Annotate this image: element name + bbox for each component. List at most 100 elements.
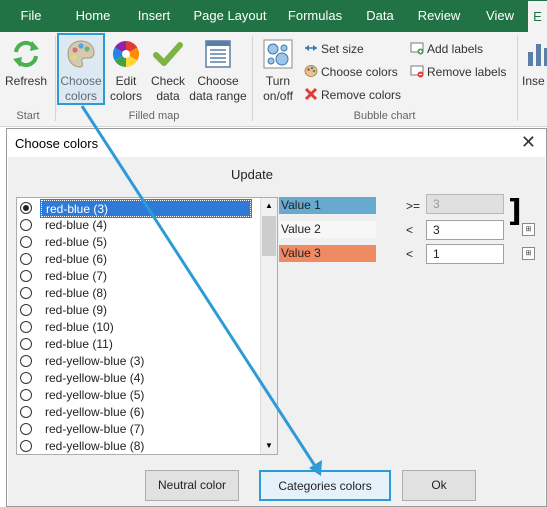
turn-on-off-label: Turn on/off [263, 74, 293, 103]
tab-file[interactable]: File [12, 0, 50, 32]
radio-button[interactable] [20, 372, 32, 384]
value-1-operator: >= [406, 199, 421, 213]
palette-option[interactable]: red-yellow-blue (3) [17, 353, 261, 370]
dialog-body: Update red-blue (3) red-blue (4) red-blue … [8, 157, 545, 506]
radio-button[interactable] [20, 304, 32, 316]
tab-view[interactable]: View [480, 0, 520, 32]
group-label-start: Start [16, 110, 40, 122]
palette-option[interactable]: red-blue (3) [17, 199, 261, 218]
add-label-icon [410, 42, 424, 55]
chart-icon [528, 44, 547, 66]
remove-labels-label: Remove labels [427, 65, 507, 79]
add-labels-button[interactable]: Add labels [410, 40, 483, 58]
palette-option-label: red-yellow-blue (3) [45, 354, 145, 368]
choose-data-range-button[interactable]: Choose data range [188, 36, 248, 104]
palette-option-label: red-blue (7) [45, 269, 108, 283]
neutral-color-button[interactable]: Neutral color [145, 470, 239, 501]
refresh-icon [13, 40, 39, 68]
palette-option[interactable]: red-blue (8) [17, 285, 261, 302]
radio-button[interactable] [20, 236, 32, 248]
resize-icon [305, 45, 317, 51]
edit-colors-button[interactable]: Edit colors [106, 36, 146, 104]
scrollbar[interactable]: ▲ ▼ [260, 198, 277, 454]
refresh-label: Refresh [4, 74, 48, 88]
palette-option-label: red-blue (6) [45, 252, 108, 266]
palette-listbox[interactable]: red-blue (3) red-blue (4) red-blue (5) red-… [16, 197, 278, 455]
tab-data[interactable]: Data [362, 0, 398, 32]
radio-button[interactable] [20, 338, 32, 350]
remove-colors-label: Remove colors [321, 88, 402, 102]
scroll-down-icon[interactable]: ▼ [261, 438, 277, 454]
tab-addin[interactable]: E [528, 0, 547, 32]
palette-option[interactable]: red-blue (10) [17, 319, 261, 336]
radio-button[interactable] [20, 253, 32, 265]
tab-home[interactable]: Home [68, 0, 118, 32]
radio-button[interactable] [20, 389, 32, 401]
insert-button[interactable]: Inse [522, 36, 547, 89]
set-size-button[interactable]: Set size [304, 40, 364, 58]
palette-option[interactable]: red-yellow-blue (6) [17, 404, 261, 421]
value-3-threshold-input[interactable]: 1 [426, 244, 504, 264]
turn-on-off-button[interactable]: Turn on/off [256, 36, 300, 104]
ribbon-separator [55, 36, 56, 121]
refresh-button[interactable]: Refresh [4, 36, 48, 89]
tab-insert[interactable]: Insert [132, 0, 176, 32]
value-2-swatch[interactable]: Value 2 [279, 221, 376, 238]
palette-option[interactable]: red-yellow-blue (5) [17, 387, 261, 404]
scroll-up-icon[interactable]: ▲ [261, 198, 277, 214]
palette-option-label: red-yellow-blue (7) [45, 422, 145, 436]
ribbon-separator [517, 36, 518, 121]
palette-icon [304, 65, 318, 77]
radio-button[interactable] [20, 287, 32, 299]
palette-option[interactable]: red-yellow-blue (4) [17, 370, 261, 387]
palette-option[interactable]: red-blue (11) [17, 336, 261, 353]
radio-button[interactable] [20, 406, 32, 418]
palette-option-label: red-blue (9) [45, 303, 108, 317]
tab-review[interactable]: Review [414, 0, 464, 32]
radio-button[interactable] [20, 219, 32, 231]
radio-button[interactable] [20, 423, 32, 435]
close-icon[interactable]: ✕ [521, 133, 536, 151]
palette-option-label: red-yellow-blue (5) [45, 388, 145, 402]
add-labels-label: Add labels [427, 42, 484, 56]
palette-option[interactable]: red-yellow-blue (7) [17, 421, 261, 438]
palette-option-label: red-yellow-blue (4) [45, 371, 145, 385]
value-3-picker-icon[interactable]: ⊞ [522, 247, 535, 260]
ribbon-tab-bar: File Home Insert Page Layout Formulas Da… [0, 0, 547, 32]
palette-option[interactable]: red-blue (7) [17, 268, 261, 285]
value-2-threshold-input[interactable]: 3 [426, 220, 504, 240]
palette-option-label: red-blue (10) [45, 320, 114, 334]
ok-button[interactable]: Ok [402, 470, 476, 501]
dialog-title: Choose colors [15, 136, 99, 151]
bracket-icon: ] [508, 194, 522, 229]
tab-formulas[interactable]: Formulas [284, 0, 346, 32]
radio-button[interactable] [20, 321, 32, 333]
value-2-label: Value 2 [281, 222, 321, 236]
value-3-label: Value 3 [281, 246, 321, 260]
bubbles-icon [263, 39, 293, 69]
ribbon-separator [252, 36, 253, 121]
choose-colors-dialog: Choose colors ✕ Update red-blue (3) red-b… [6, 128, 547, 507]
palette-option[interactable]: red-blue (9) [17, 302, 261, 319]
check-data-button[interactable]: Check data [148, 36, 188, 104]
categories-colors-button[interactable]: Categories colors [259, 470, 391, 501]
value-1-swatch[interactable]: Value 1 [279, 197, 376, 214]
remove-labels-button[interactable]: Remove labels [410, 63, 506, 81]
tab-page-layout[interactable]: Page Layout [192, 0, 268, 32]
scroll-thumb[interactable] [262, 216, 276, 256]
palette-option-label: red-blue (8) [45, 286, 108, 300]
palette-option[interactable]: red-blue (4) [17, 217, 261, 234]
remove-label-icon [410, 65, 424, 78]
radio-button[interactable] [20, 202, 32, 214]
value-3-swatch[interactable]: Value 3 [279, 245, 376, 262]
radio-button[interactable] [20, 270, 32, 282]
palette-option[interactable]: red-blue (5) [17, 234, 261, 251]
palette-option[interactable]: red-blue (6) [17, 251, 261, 268]
radio-button[interactable] [20, 355, 32, 367]
value-2-picker-icon[interactable]: ⊞ [522, 223, 535, 236]
palette-option[interactable]: red-yellow-blue (8) [17, 438, 261, 454]
data-range-icon [205, 40, 231, 68]
radio-button[interactable] [20, 440, 32, 452]
choose-colors-bubble-button[interactable]: Choose colors [304, 63, 398, 81]
remove-colors-button[interactable]: Remove colors [304, 86, 401, 104]
